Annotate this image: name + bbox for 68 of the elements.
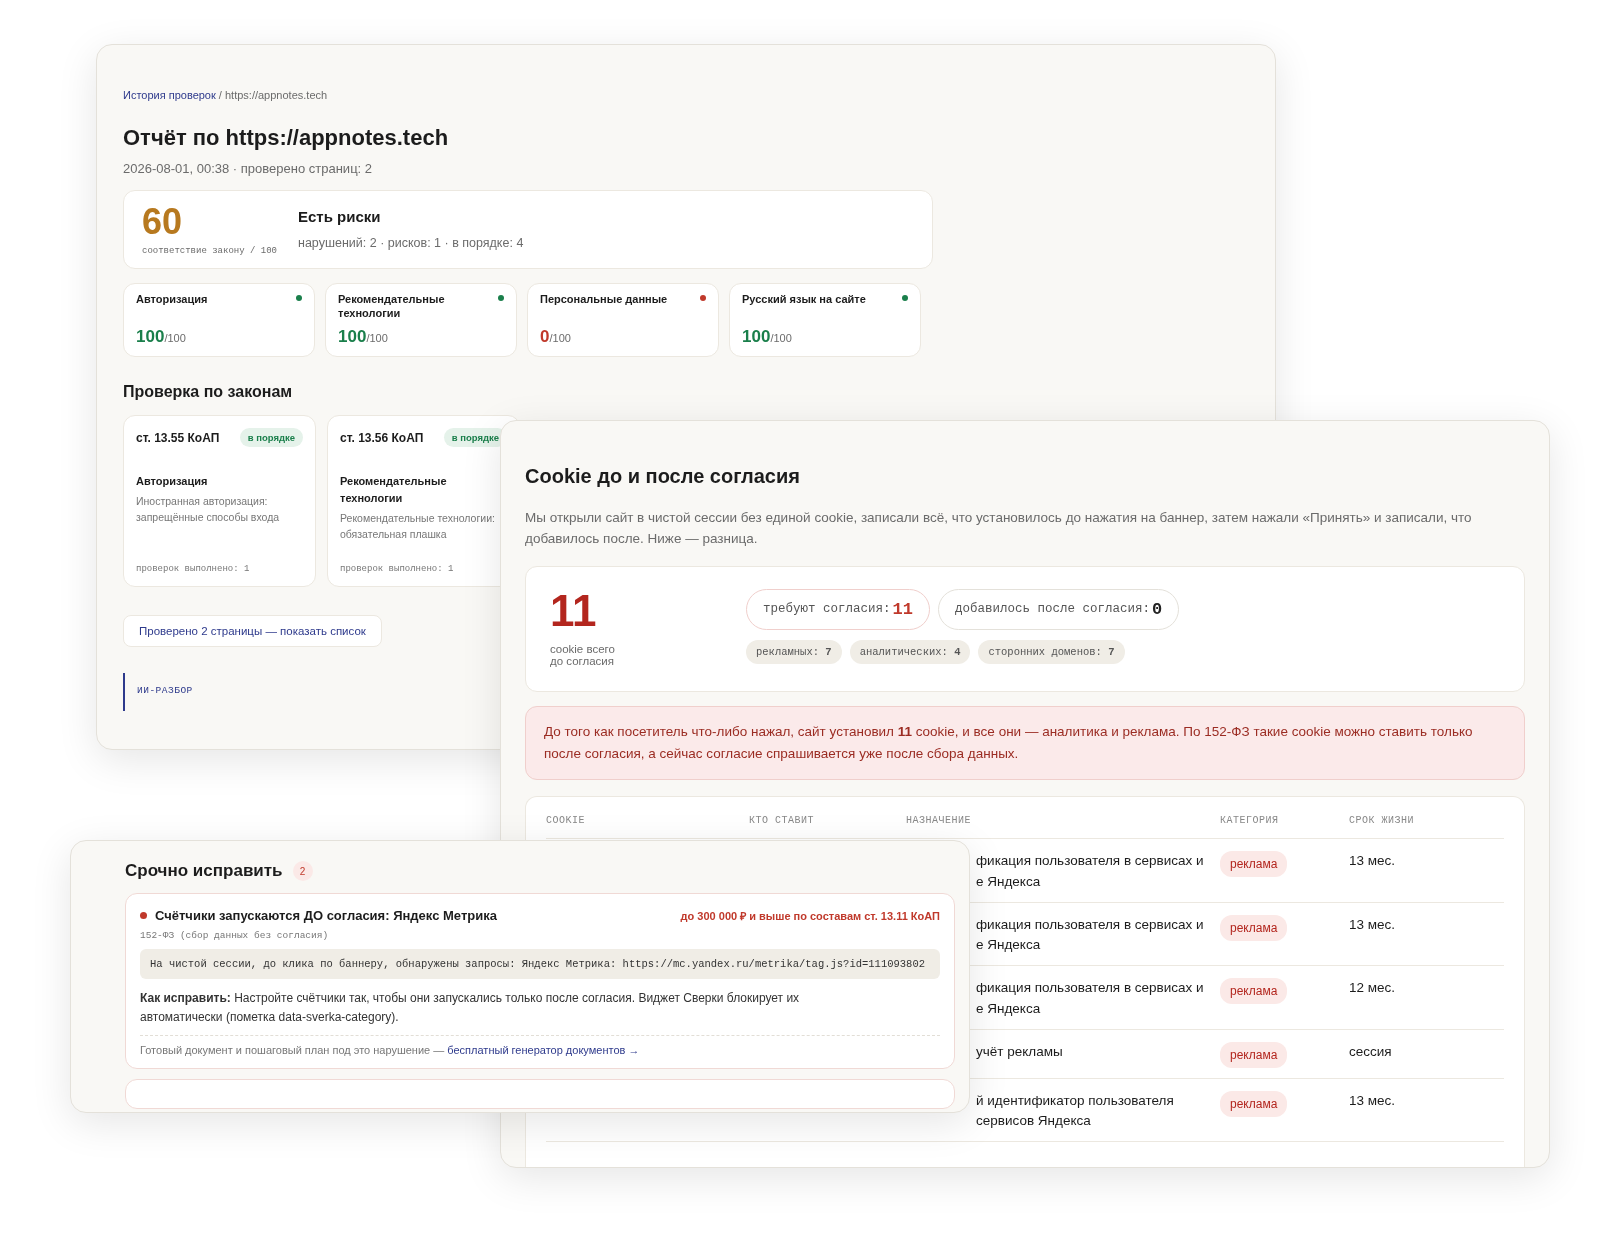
- lifetime-cell: 13 мес.: [1349, 853, 1396, 869]
- checks-count: проверок выполнено: 1: [136, 564, 251, 574]
- category-score: 0/100: [540, 327, 572, 347]
- pages-button[interactable]: Проверено 2 страницы — показать список: [123, 615, 382, 647]
- status-badge: в порядке: [239, 428, 303, 447]
- score-summary: нарушений: 2 · рисков: 1 · в порядке: 4: [298, 236, 524, 250]
- category-name: Персональные данные: [540, 293, 669, 307]
- law-article: ст. 13.56 КоАП: [340, 430, 424, 445]
- ai-label: ИИ-РАЗБОР: [137, 685, 193, 696]
- law-description: Рекомендательные технологии: обязательная плашка: [340, 511, 496, 542]
- purpose-cell-text: й идентификатор пользователя сервисов Яндекса: [976, 1091, 1174, 1131]
- category-score: 100/100: [338, 327, 389, 347]
- category-name: Русский язык на сайте: [742, 293, 867, 307]
- category-tag: реклама: [1220, 851, 1288, 878]
- generator-link[interactable]: бесплатный генератор документов →: [447, 1044, 640, 1057]
- column-header: КТО СТАВИТ: [749, 797, 906, 839]
- alert-message: До того как посетитель что-либо нажал, сайт установил 11 cookie, и все они — аналитика и реклама. По 152-ФЗ такие cookie можно ставить только после согласия, а сейчас согласие спрашивается уже после сбора данных.: [525, 705, 1525, 781]
- count-tag: аналитических: 4: [849, 639, 971, 664]
- verdict: Есть риски: [298, 208, 382, 225]
- category-name: Рекомендательные технологии: [338, 293, 446, 321]
- checks-count: проверок выполнено: 1: [340, 564, 455, 574]
- lifetime-cell: 13 мес.: [1349, 916, 1396, 932]
- category-name: Авторизация: [136, 293, 209, 307]
- purpose-cell-text: учёт рекламы: [976, 1042, 1063, 1061]
- issue-title: Счётчики запускаются ДО согласия: Яндекс Метрика: [155, 908, 498, 923]
- count-pill: требуют согласия:11: [746, 588, 930, 630]
- law-article: ст. 13.55 КоАП: [136, 430, 220, 445]
- cookie-total-caption: cookie всего до согласия: [550, 642, 616, 669]
- cookie-total: 11: [550, 588, 598, 633]
- category-score: 100/100: [136, 327, 187, 347]
- breadcrumb-link[interactable]: История проверок: [123, 89, 216, 101]
- lifetime-cell: 13 мес.: [1349, 1092, 1396, 1108]
- category-tag: реклама: [1220, 978, 1288, 1005]
- issue-law: 152-ФЗ (сбор данных без согласия): [140, 930, 330, 941]
- law-topic: Рекомендательные технологии: [340, 474, 448, 507]
- evidence-code: На чистой сессии, до клика по баннеру, обнаружены запросы: Яндекс Метрика: https://mc.yandex.ru/metrika/tag.js?id=111093802: [140, 949, 940, 979]
- score-value: 60: [142, 203, 184, 240]
- category-score: 100/100: [742, 327, 793, 347]
- category-tag: реклама: [1220, 1041, 1288, 1068]
- column-header: НАЗНАЧЕНИЕ: [906, 797, 1220, 839]
- fix-text: Как исправить: Настройте счётчики так, чтобы они запускались только после согласия. Виджет Сверки блокирует их автоматически (пометка data-sverka-category).: [140, 990, 801, 1027]
- breadcrumb-separator: /: [218, 89, 222, 101]
- lifetime-cell: 12 мес.: [1349, 980, 1396, 996]
- law-topic: Авторизация: [136, 474, 209, 489]
- category-tag: реклама: [1220, 1090, 1288, 1117]
- purpose-cell-text: фикация пользователя в сервисах и е Яндекса: [976, 915, 1204, 955]
- count-tag: рекламных: 7: [746, 639, 842, 664]
- cookie-description: Мы открыли сайт в чистой сессии без единой cookie, записали всё, что установилось до нажатия на баннер, затем нажали «Принять» и записали, что добавилось после. Ниже — разница.: [525, 509, 1473, 548]
- cookie-title: Cookie до и после согласия: [525, 465, 801, 488]
- count-pill: добавилось после согласия:0: [937, 588, 1180, 630]
- purpose-cell-text: фикация пользователя в сервисах и е Яндекса: [976, 979, 1204, 1018]
- breadcrumb-current: https://appnotes.tech: [225, 89, 328, 101]
- report-meta: 2026-08-01, 00:38 · проверено страниц: 2: [123, 161, 374, 176]
- column-header: КАТЕГОРИЯ: [1220, 797, 1349, 839]
- count-tag: сторонних доменов: 7: [978, 639, 1125, 664]
- law-description: Иностранная авторизация: запрещённые способы входа: [136, 494, 281, 525]
- fine-amount: до 300 000 ₽ и выше по составам ст. 13.11 КоАП: [680, 909, 940, 923]
- purpose-cell-text: фикация пользователя в сервисах и е Яндекса: [976, 852, 1204, 891]
- column-header: COOKIE: [546, 797, 749, 839]
- lifetime-cell: сессия: [1349, 1043, 1392, 1059]
- score-caption: соответствие закону / 100: [142, 245, 279, 256]
- count-badge: 2: [292, 861, 313, 881]
- section-title: Проверка по законам: [123, 383, 294, 401]
- category-tag: реклама: [1220, 914, 1288, 941]
- column-header: СРОК ЖИЗНИ: [1349, 797, 1504, 839]
- footer-note: Готовый документ и пошаговый план под это нарушение — бесплатный генератор документов →: [140, 1035, 940, 1057]
- report-title: Отчёт по https://appnotes.tech: [123, 125, 450, 151]
- urgent-title: Срочно исправить: [125, 861, 283, 881]
